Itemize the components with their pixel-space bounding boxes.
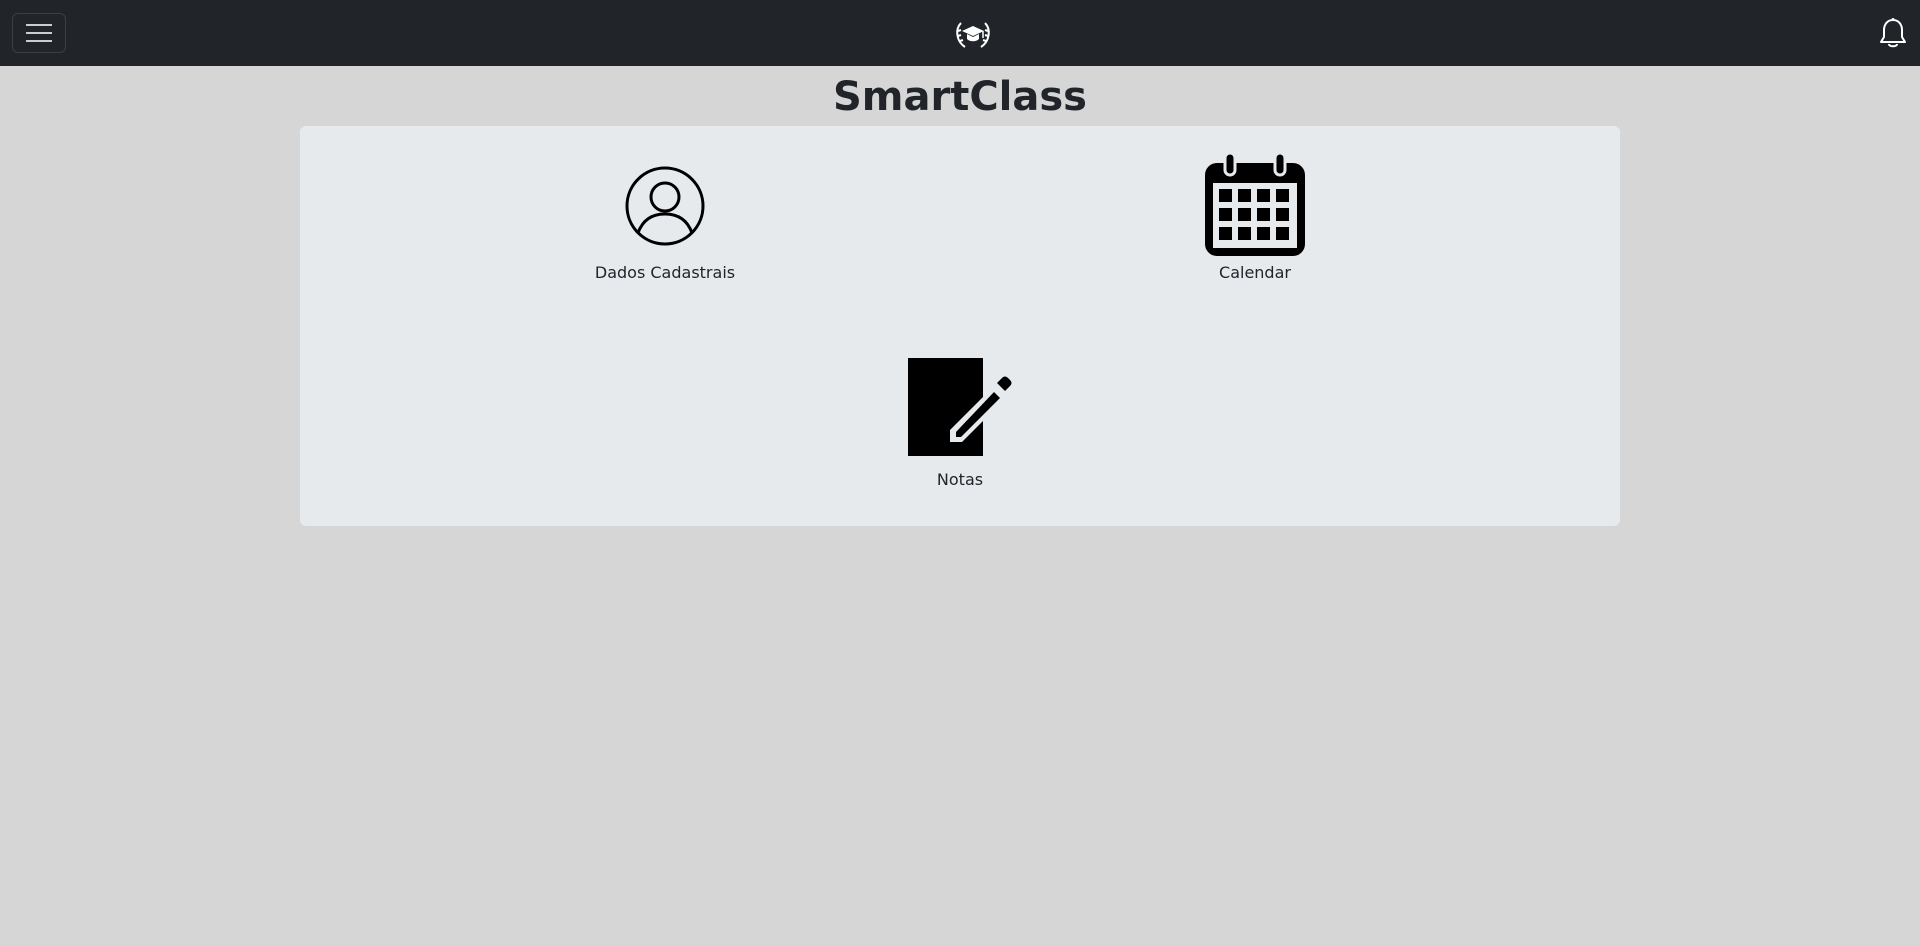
pencil-square-icon [908,358,1012,456]
graduation-cap-logo[interactable] [953,15,993,51]
tile-label: Calendar [1219,263,1291,282]
hamburger-menu-icon [26,24,52,42]
tile-notas[interactable]: Notas [860,358,1060,489]
tile-label: Notas [936,470,984,489]
person-circle-icon [625,166,705,246]
calendar-icon [1205,153,1305,256]
page-title: SmartClass [832,74,1087,120]
tile-calendar[interactable]: Calendar [1155,153,1355,282]
bell-icon[interactable] [1878,17,1908,49]
menu-toggle-button[interactable] [12,13,66,53]
top-navbar [0,0,1920,66]
tile-label: Dados Cadastrais [594,263,736,282]
tile-dados-cadastrais[interactable]: Dados Cadastrais [565,166,765,282]
menu-panel: Dados Cadastrais Calendar Notas [300,126,1620,526]
